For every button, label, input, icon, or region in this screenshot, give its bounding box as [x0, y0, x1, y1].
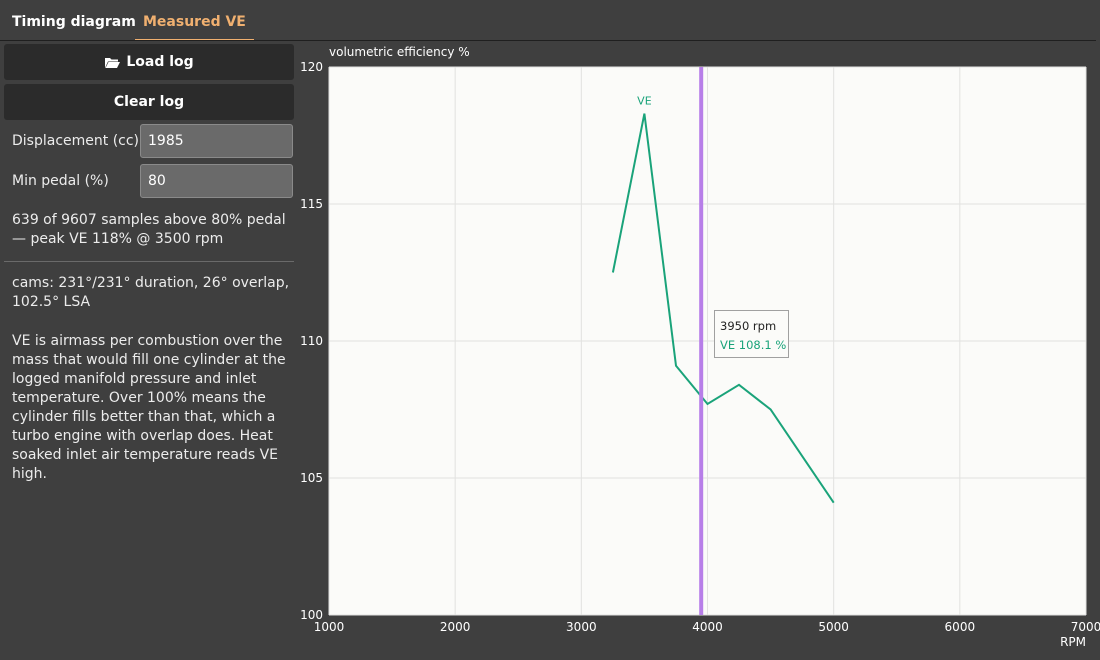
tooltip-ve: VE 108.1 %	[720, 338, 787, 352]
y-tick-label: 105	[300, 471, 323, 485]
y-tick-label: 115	[300, 197, 323, 211]
x-tick-label: 3000	[566, 620, 597, 634]
x-tick-label: 4000	[692, 620, 723, 634]
ve-series-label: VE	[637, 95, 652, 108]
x-tick-label: 7000	[1071, 620, 1100, 634]
x-tick-label: 6000	[945, 620, 976, 634]
ve-chart[interactable]: 1001051101151201000 2000 3000 4000 5000 6000 7…	[0, 0, 1100, 660]
x-tick-label: 5000	[818, 620, 849, 634]
y-tick-label: 110	[300, 334, 323, 348]
hover-tooltip: 3950 rpm VE 108.1 %	[714, 310, 789, 358]
tooltip-rpm: 3950 rpm	[720, 319, 777, 333]
x-axis-title: RPM	[1060, 635, 1086, 649]
x-tick-label: 1000	[314, 620, 345, 634]
x-tick-label: 2000	[440, 620, 471, 634]
y-tick-label: 120	[300, 60, 323, 74]
